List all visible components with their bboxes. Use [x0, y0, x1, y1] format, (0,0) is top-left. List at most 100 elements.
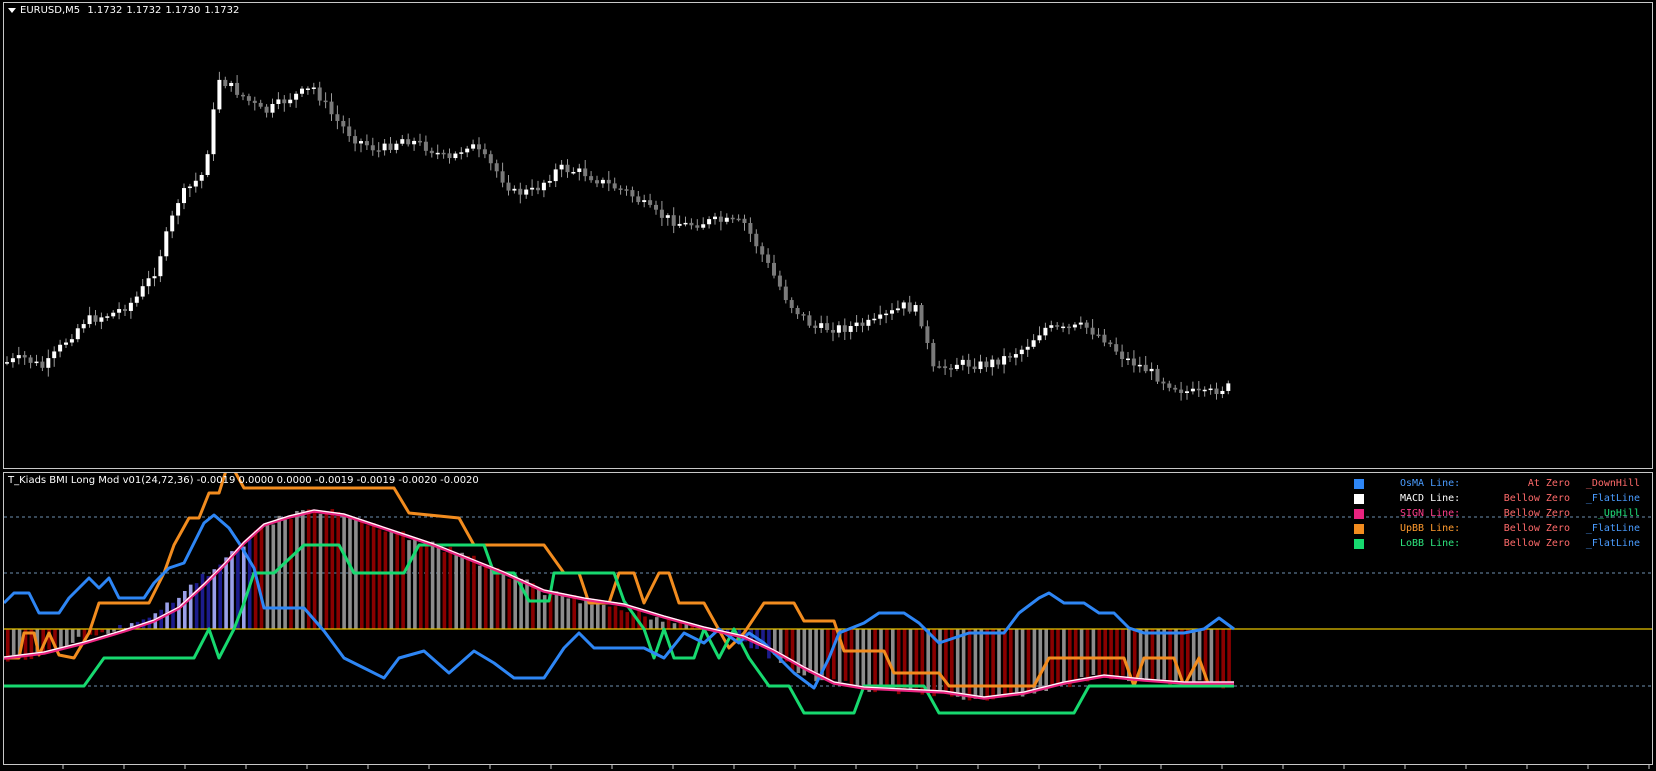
legend-label: MACD Line:	[1400, 493, 1461, 504]
candle-body	[524, 189, 529, 195]
candle-body	[64, 342, 68, 345]
histogram-bar	[560, 593, 565, 629]
histogram-bar	[348, 518, 352, 629]
histogram-bar	[1191, 629, 1196, 685]
histogram-bar	[466, 555, 470, 629]
legend-state: Bellow Zero	[1503, 508, 1570, 519]
ohlc-close: 1.1732	[204, 5, 240, 16]
histogram-bar	[1156, 629, 1161, 680]
candle-body	[1126, 358, 1130, 361]
histogram-bar	[106, 629, 110, 634]
candle-body	[5, 362, 9, 364]
candle-body	[217, 79, 222, 110]
candle-body	[1208, 388, 1213, 391]
histogram-bar	[967, 629, 972, 701]
legend-label: UpBB Line:	[1400, 523, 1461, 534]
candle-body	[565, 164, 570, 173]
histogram-bar	[377, 529, 382, 629]
candlestick-chart[interactable]	[4, 3, 1653, 469]
histogram-bar	[767, 629, 771, 659]
candle-body	[1108, 342, 1113, 345]
candle-body	[270, 103, 275, 113]
candle-body	[760, 246, 765, 255]
candle-body	[1072, 324, 1077, 328]
legend-swatch	[1354, 523, 1364, 534]
candle-body	[329, 101, 334, 115]
histogram-bar	[336, 511, 340, 629]
candle-body	[418, 140, 422, 143]
candle-body	[960, 359, 965, 365]
candle-body	[1031, 340, 1036, 347]
candle-body	[400, 139, 405, 144]
histogram-bar	[501, 574, 506, 629]
candle-body	[819, 323, 824, 328]
candle-body	[1013, 354, 1018, 358]
candle-body	[677, 223, 682, 226]
histogram-bar	[584, 599, 588, 629]
histogram-bar	[902, 629, 907, 689]
histogram-bar	[1026, 629, 1031, 693]
histogram-bar	[1150, 629, 1155, 680]
histogram-bar	[495, 568, 500, 629]
collapse-triangle-icon[interactable]	[8, 7, 16, 13]
price-chart-pane[interactable]: EURUSD,M5 1.1732 1.1732 1.1730 1.1732	[3, 2, 1653, 469]
legend-state: Bellow Zero	[1503, 523, 1570, 534]
candle-body	[541, 182, 546, 191]
candle-body	[134, 296, 139, 303]
candle-body	[559, 164, 564, 170]
candle-body	[1061, 326, 1066, 329]
candle-body	[341, 120, 346, 127]
legend-swatch	[1354, 478, 1364, 489]
candle-body	[1196, 388, 1201, 391]
candle-body	[441, 152, 446, 155]
candle-body	[777, 275, 782, 287]
histogram-bar	[188, 584, 193, 629]
candle-body	[984, 361, 989, 368]
histogram-bar	[1162, 629, 1166, 680]
candle-body	[931, 342, 936, 367]
histogram-bar	[973, 629, 978, 699]
candle-body	[264, 106, 269, 113]
candle-body	[713, 216, 717, 220]
candle-body	[276, 99, 281, 104]
histogram-bar	[832, 629, 836, 680]
candle-body	[636, 196, 641, 203]
histogram-bar	[873, 629, 877, 693]
histogram-bar	[1227, 629, 1231, 687]
histogram-bar	[271, 524, 276, 629]
candle-body	[52, 351, 57, 359]
candle-body	[158, 256, 163, 277]
candle-body	[429, 150, 434, 154]
histogram-bar	[419, 543, 423, 629]
indicator-pane[interactable]: T_Kiads BMI Long Mod v01(24,72,36) -0.00…	[3, 472, 1653, 765]
histogram-bar	[879, 629, 883, 686]
histogram-bar	[666, 619, 671, 629]
histogram-bar	[200, 573, 205, 629]
candle-body	[665, 215, 670, 218]
candle-body	[406, 139, 411, 145]
candle-body	[736, 218, 741, 221]
legend-row: MACD Line: Bellow Zero _FlatLine	[1354, 491, 1640, 506]
macd-line	[4, 509, 1234, 698]
candle-body	[683, 222, 688, 225]
candle-body	[1078, 322, 1083, 325]
histogram-bar	[590, 604, 594, 629]
candle-body	[671, 215, 676, 226]
candle-body	[252, 100, 257, 103]
histogram-bar	[649, 619, 653, 629]
histogram-bar	[277, 515, 281, 629]
candle-body	[1008, 356, 1012, 358]
candle-body	[547, 181, 552, 183]
histogram-bar	[218, 564, 222, 629]
histogram-bar	[1038, 629, 1043, 691]
candle-body	[81, 324, 86, 329]
histogram-bar	[424, 543, 429, 629]
candle-body	[895, 308, 900, 311]
histogram-bar	[342, 516, 346, 629]
candle-body	[530, 187, 535, 190]
legend-row: UpBB Line: Bellow Zero _FlatLine	[1354, 521, 1640, 536]
ohlc-low: 1.1730	[165, 5, 201, 16]
candle-body	[394, 143, 399, 150]
legend-trend: _FlatLine	[1585, 523, 1640, 534]
candle-body	[884, 313, 889, 316]
